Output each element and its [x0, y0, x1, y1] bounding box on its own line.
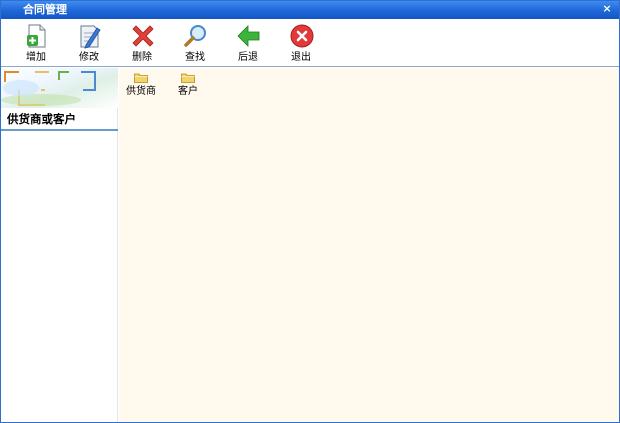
toolbar: 增加 修改 删除 查找 后退 退出	[1, 19, 619, 67]
folder-icon	[181, 73, 195, 83]
delete-button[interactable]: 删除	[122, 21, 162, 65]
add-document-icon	[27, 24, 46, 48]
add-label: 增加	[26, 52, 46, 63]
back-arrow-icon	[237, 25, 260, 47]
exit-button[interactable]: 退出	[281, 21, 321, 65]
folder-customer[interactable]: 客户	[168, 70, 208, 100]
close-button[interactable]: ×	[601, 2, 613, 16]
contract-management-window: 合同管理 × 增加 修改 删除 查找 后退 退出 供货商或客户 供货商 客户	[0, 0, 620, 423]
sidebar-banner-image	[1, 68, 118, 108]
title-bar[interactable]: 合同管理 ×	[1, 1, 619, 19]
find-button[interactable]: 查找	[175, 21, 215, 65]
window-title: 合同管理	[23, 3, 67, 16]
folder-icon	[134, 73, 148, 83]
edit-document-icon	[80, 25, 101, 49]
find-label: 查找	[185, 52, 205, 63]
edit-label: 修改	[79, 52, 99, 63]
exit-icon	[290, 24, 314, 48]
edit-button[interactable]: 修改	[69, 21, 109, 65]
back-label: 后退	[238, 52, 258, 63]
add-button[interactable]: 增加	[16, 21, 56, 65]
sidebar-title-divider	[1, 129, 118, 131]
delete-x-icon	[132, 25, 154, 47]
exit-label: 退出	[291, 52, 311, 63]
back-button[interactable]: 后退	[228, 21, 268, 65]
content-pane: 供货商 客户	[119, 68, 619, 422]
folder-supplier[interactable]: 供货商	[121, 70, 161, 100]
delete-label: 删除	[132, 52, 152, 63]
sidebar: 供货商或客户	[1, 68, 118, 422]
magnifier-icon	[184, 25, 206, 47]
folder-label: 供货商	[126, 86, 156, 97]
folder-label: 客户	[178, 86, 198, 97]
sidebar-title: 供货商或客户	[7, 112, 76, 126]
